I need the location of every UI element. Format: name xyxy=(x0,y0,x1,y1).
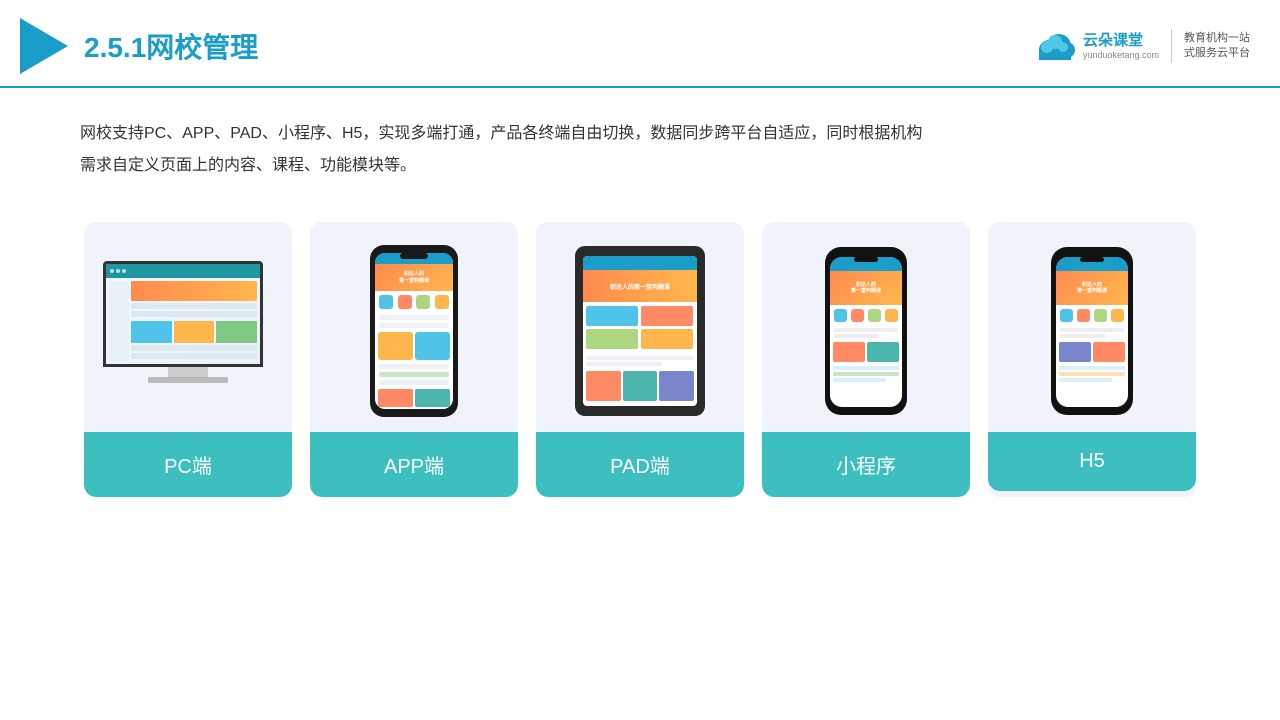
card-pc-image xyxy=(84,222,292,432)
description-text-1: 网校支持PC、APP、PAD、小程序、H5，实现多端打通，产品各终端自由切换，数… xyxy=(80,118,1200,150)
h5-device: 职达人的第一堂判题课 xyxy=(1051,247,1133,415)
logo-slogan: 教育机构一站 式服务云平台 xyxy=(1184,31,1250,62)
logo-text: 云朵课堂 yunduoketang.com xyxy=(1083,32,1159,61)
card-app-label: APP端 xyxy=(310,432,518,497)
card-pc: PC端 xyxy=(84,222,292,497)
card-h5-image: 职达人的第一堂判题课 xyxy=(988,222,1196,432)
play-icon xyxy=(20,18,68,74)
header-right: 云朵课堂 yunduoketang.com 教育机构一站 式服务云平台 xyxy=(1033,29,1250,63)
header: 2.5.1网校管理 云朵课堂 yunduoketang.com xyxy=(0,0,1280,88)
pc-device xyxy=(103,261,273,401)
card-app-image: 职达人的第一堂判题课 xyxy=(310,222,518,432)
page-title: 2.5.1网校管理 xyxy=(84,26,258,66)
card-app: 职达人的第一堂判题课 xyxy=(310,222,518,497)
card-pc-label: PC端 xyxy=(84,432,292,497)
description-block: 网校支持PC、APP、PAD、小程序、H5，实现多端打通，产品各终端自由切换，数… xyxy=(0,88,1280,192)
divider xyxy=(1171,29,1172,63)
card-h5: 职达人的第一堂判题课 xyxy=(988,222,1196,497)
cards-container: PC端 职达人的第一堂判题课 xyxy=(0,192,1280,517)
card-miniprogram-label: 小程序 xyxy=(762,432,970,497)
app-device: 职达人的第一堂判题课 xyxy=(370,245,458,417)
brand-logo: 云朵课堂 yunduoketang.com xyxy=(1033,32,1159,61)
pad-device: 职达人的第一堂判题课 xyxy=(575,246,705,416)
card-pad: 职达人的第一堂判题课 xyxy=(536,222,744,497)
card-pad-label: PAD端 xyxy=(536,432,744,497)
card-pad-image: 职达人的第一堂判题课 xyxy=(536,222,744,432)
card-miniprogram-image: 职达人的第一堂判题课 xyxy=(762,222,970,432)
cloud-icon xyxy=(1033,32,1077,60)
description-text-2: 需求自定义页面上的内容、课程、功能模块等。 xyxy=(80,150,1200,182)
header-left: 2.5.1网校管理 xyxy=(20,18,258,74)
pc-screen xyxy=(103,261,263,367)
miniprogram-device: 职达人的第一堂判题课 xyxy=(825,247,907,415)
card-miniprogram: 职达人的第一堂判题课 xyxy=(762,222,970,497)
card-h5-label: H5 xyxy=(988,432,1196,491)
